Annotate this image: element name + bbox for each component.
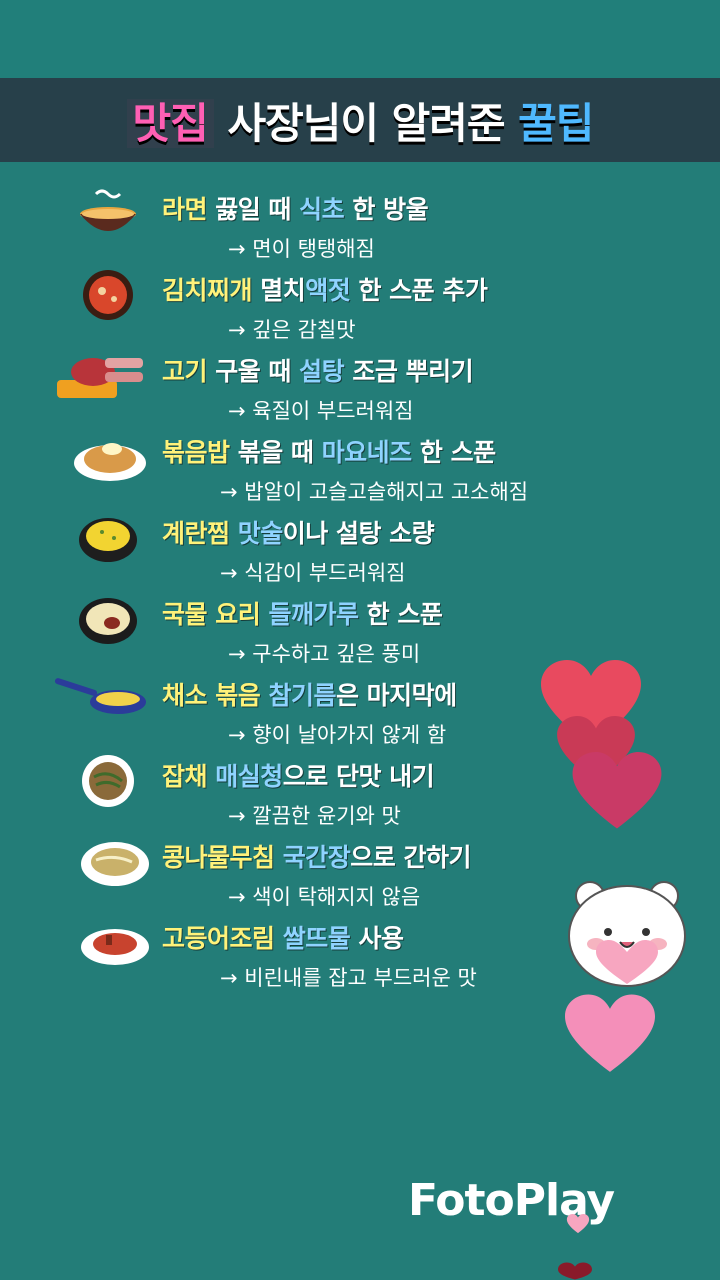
kimchi-stew-icon	[83, 270, 133, 320]
heart-sticker	[558, 1262, 592, 1280]
page-title: 맛집 사장님이 알려준 꿀팁	[126, 90, 594, 151]
ramen-bowl-icon	[80, 189, 136, 231]
top-band	[0, 0, 720, 78]
title-part-3: 꿀팁	[518, 98, 594, 148]
tip-title: 국물 요리 들깨가루 한 스푼	[162, 600, 443, 629]
tip-result: → 비린내를 잡고 부드러운 맛	[220, 966, 477, 990]
tip-result: → 구수하고 깊은 풍미	[228, 642, 421, 666]
tip-result: → 향이 날아가지 않게 함	[228, 723, 447, 747]
list-item: 고기 구울 때 설탕 조금 뿌리기 → 육질이 부드러워짐	[0, 342, 720, 423]
tip-title: 김치찌개 멸치액젓 한 스푼 추가	[162, 276, 488, 305]
tip-title: 계란찜 맛술이나 설탕 소량	[162, 519, 435, 548]
list-item: 볶음밥 볶을 때 마요네즈 한 스푼 → 밥알이 고슬고슬해지고 고소해짐	[0, 423, 720, 504]
steamed-egg-icon	[79, 518, 137, 562]
tip-title: 고기 구울 때 설탕 조금 뿌리기	[162, 357, 474, 386]
japchae-icon	[82, 755, 134, 807]
grilled-meat-icon	[57, 358, 143, 398]
title-part-1: 맛집	[126, 98, 214, 148]
tip-title: 볶음밥 볶을 때 마요네즈 한 스푼	[162, 438, 496, 467]
tip-result: → 색이 탁해지지 않음	[228, 885, 421, 909]
soup-bowl-icon	[79, 598, 137, 644]
tip-result: → 밥알이 고슬고슬해지고 고소해짐	[220, 480, 529, 504]
tip-result: → 면이 탱탱해짐	[228, 237, 375, 261]
bear-sticker-icon	[568, 881, 686, 987]
list-item: 국물 요리 들깨가루 한 스푼 → 구수하고 깊은 풍미	[0, 585, 720, 666]
tip-title: 채소 볶음 참기름은 마지막에	[162, 681, 457, 710]
list-item: 계란찜 맛술이나 설탕 소량 → 식감이 부드러워짐	[0, 504, 720, 585]
heart-sticker	[572, 752, 662, 829]
list-item: 김치찌개 멸치액젓 한 스푼 추가 → 깊은 감칠맛	[0, 261, 720, 342]
title-banner: 맛집 사장님이 알려준 꿀팁	[0, 78, 720, 162]
tip-title: 잡채 매실청으로 단맛 내기	[162, 762, 435, 791]
tip-title: 라면 끓일 때 식초 한 방울	[162, 195, 429, 224]
heart-sticker	[565, 994, 655, 1072]
frying-pan-icon	[54, 678, 146, 714]
tip-result: → 육질이 부드러워짐	[228, 399, 414, 423]
tip-result: → 깔끔한 윤기와 맛	[228, 804, 401, 828]
bean-sprouts-icon	[81, 842, 149, 886]
braised-mackerel-icon	[81, 929, 149, 965]
title-part-2: 사장님이 알려준	[227, 98, 505, 148]
tip-result: → 깊은 감칠맛	[228, 318, 356, 342]
tip-title: 콩나물무침 국간장으로 간하기	[162, 843, 471, 872]
heart-sticker	[566, 1214, 590, 1234]
tip-title: 고등어조림 쌀뜨물 사용	[162, 924, 404, 953]
list-item: 라면 끓일 때 식초 한 방울 → 면이 탱탱해짐	[0, 180, 720, 261]
fried-rice-icon	[74, 443, 146, 481]
tip-result: → 식감이 부드러워짐	[220, 561, 406, 585]
